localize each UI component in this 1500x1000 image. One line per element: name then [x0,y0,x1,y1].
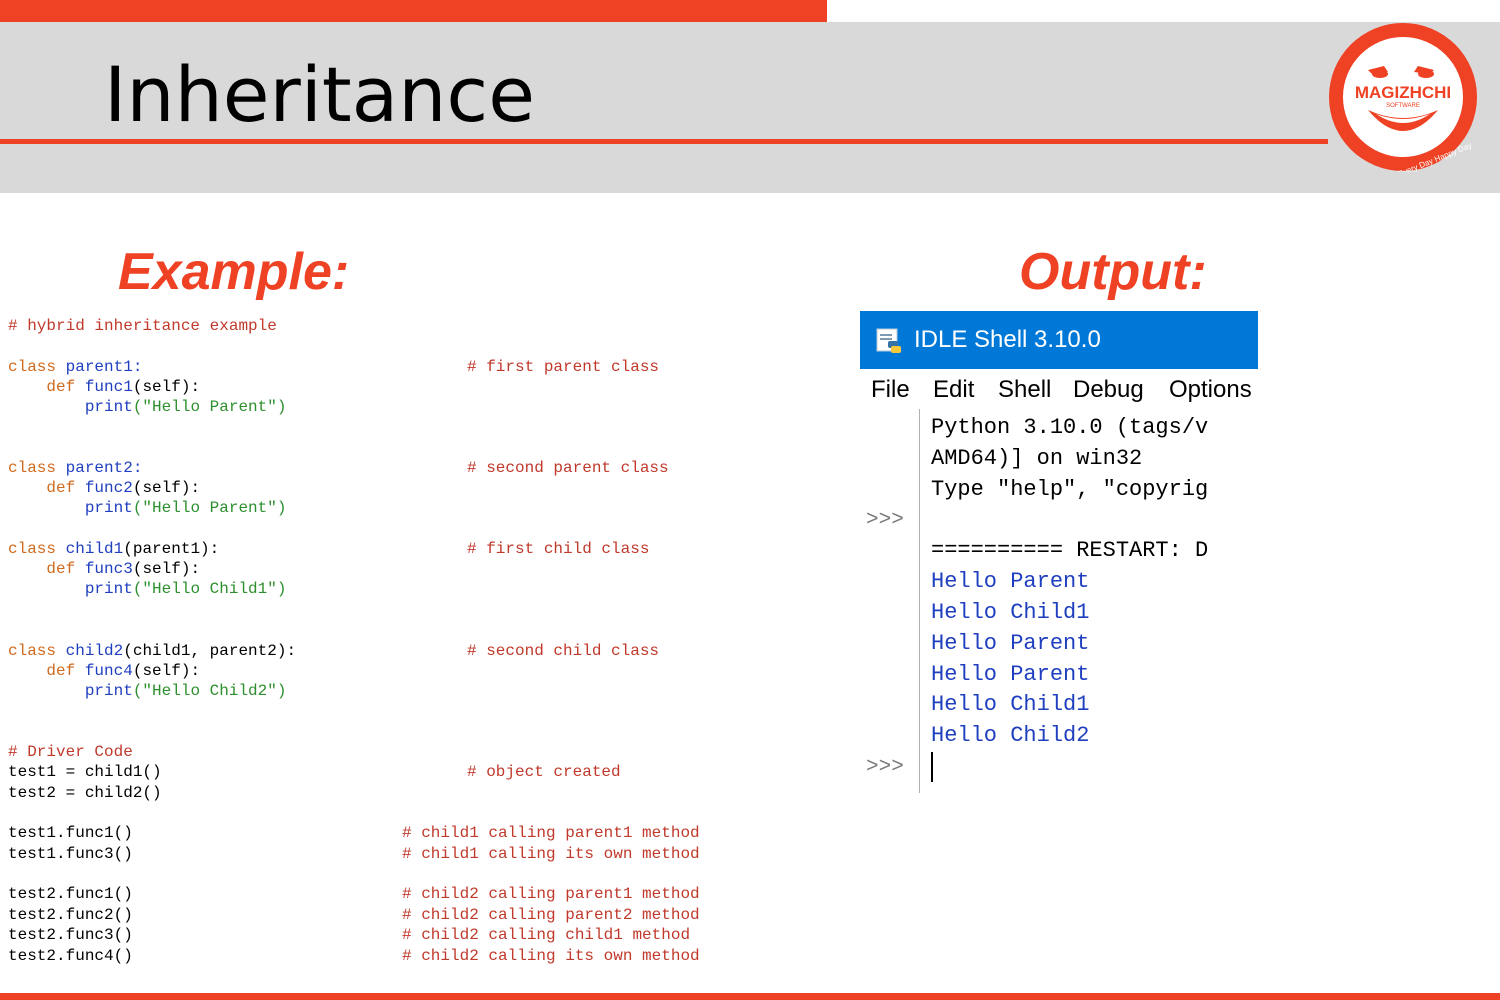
builtin-name: print [84,682,133,700]
idle-title: IDLE Shell 3.10.0 [914,326,1101,353]
code-comment: # object created [467,763,621,781]
code-line: test1 = child1() [8,763,162,781]
code-call-line: test2.func1() [8,885,133,903]
logo-name: MAGIZHCHI [1355,83,1451,102]
string-literal: ("Hello Child1") [132,580,287,598]
code-call-comment: # child1 calling its own method [402,845,700,863]
shell-restart-line: ========== RESTART: D [931,538,1209,563]
code-call-comment: # child2 calling parent1 method [402,885,700,903]
menu-options[interactable]: Options [1169,375,1252,405]
code-comment: # first child class [467,540,650,558]
code-call-line: test2.func3() [8,926,133,944]
code-call-comment: # child2 calling child1 method [402,926,691,944]
shell-banner-line: AMD64)] on win32 [931,446,1143,471]
keyword: def [46,378,76,396]
shell-output-line: Hello Parent [931,569,1090,594]
code-comment: # first parent class [467,358,660,376]
keyword: class [8,642,57,660]
function-name: func2 [84,479,133,497]
idle-prompt-gutter [860,409,920,793]
code-args: (self): [132,378,201,396]
shell-output-line: Hello Child1 [931,692,1090,717]
function-name: func1 [84,378,133,396]
shell-output-line: Hello Parent [931,631,1090,656]
code-line: def func2(self): [8,478,200,498]
output-heading: Output: [1019,243,1207,301]
string-literal: ("Hello Parent") [132,398,287,416]
code-args: (self): [132,662,201,680]
idle-shell-window: IDLE Shell 3.10.0 File Edit Shell Debug … [860,311,1258,793]
class-name: parent1: [65,358,143,376]
code-line: def func1(self): [8,377,200,397]
code-line: class parent1: [8,357,142,377]
idle-menubar: File Edit Shell Debug Options [860,369,1258,409]
code-bases: (child1, parent2): [123,642,297,660]
builtin-name: print [84,398,133,416]
menu-edit[interactable]: Edit [933,375,974,405]
code-line: print("Hello Parent") [8,498,287,518]
code-header-comment: # hybrid inheritance example [8,317,277,335]
keyword: def [46,560,76,578]
page-title: Inheritance [104,50,535,139]
bottom-rule [0,993,1500,1000]
magizhchi-logo: MAGIZHCHI SOFTWARE Every Day Happy Day [1328,22,1478,179]
keyword: class [8,540,57,558]
code-call-comment: # child2 calling its own method [402,947,700,965]
code-comment: # second parent class [467,459,669,477]
shell-banner-line: Type "help", "copyrig [931,477,1209,502]
code-line: print("Hello Child1") [8,579,287,599]
code-args: (self): [132,479,201,497]
menu-shell[interactable]: Shell [998,375,1051,405]
code-call-line: test2.func2() [8,906,133,924]
class-name: parent2: [65,459,143,477]
example-heading: Example: [118,243,350,301]
shell-output-line: Hello Child2 [931,723,1090,748]
menu-debug[interactable]: Debug [1073,375,1144,405]
idle-titlebar: IDLE Shell 3.10.0 [860,311,1258,369]
code-call-line: test2.func4() [8,947,133,965]
shell-prompt: >>> [866,756,904,779]
python-idle-icon [876,328,901,353]
code-driver-comment: # Driver Code [8,743,133,761]
code-line: print("Hello Parent") [8,397,287,417]
code-comment: # second child class [467,642,660,660]
builtin-name: print [84,499,133,517]
string-literal: ("Hello Child2") [132,682,287,700]
keyword: def [46,662,76,680]
menu-file[interactable]: File [871,375,910,405]
code-bases: (parent1): [123,540,220,558]
code-args: (self): [132,560,201,578]
keyword: class [8,459,57,477]
smiling-face-logo-icon: MAGIZHCHI SOFTWARE Every Day Happy Day [1329,23,1477,179]
class-name: child2 [65,642,124,660]
keyword: class [8,358,57,376]
top-accent-bar [0,0,827,22]
function-name: func3 [84,560,133,578]
code-line: def func4(self): [8,661,200,681]
code-line: class child2(child1, parent2): [8,641,296,661]
shell-prompt: >>> [866,509,904,532]
function-name: func4 [84,662,133,680]
code-line: print("Hello Child2") [8,681,287,701]
code-call-line: test1.func1() [8,824,133,842]
code-line: class parent2: [8,458,142,478]
text-cursor[interactable] [931,752,933,782]
shell-output-line: Hello Child1 [931,600,1090,625]
code-call-comment: # child2 calling parent2 method [402,906,700,924]
shell-output-line: Hello Parent [931,662,1090,687]
code-line: test2 = child2() [8,784,162,802]
string-literal: ("Hello Parent") [132,499,287,517]
builtin-name: print [84,580,133,598]
logo-sub: SOFTWARE [1386,103,1420,109]
class-name: child1 [65,540,124,558]
code-call-comment: # child1 calling parent1 method [402,824,700,842]
code-call-line: test1.func3() [8,845,133,863]
keyword: def [46,479,76,497]
code-line: class child1(parent1): [8,539,219,559]
code-line: def func3(self): [8,559,200,579]
shell-banner-line: Python 3.10.0 (tags/v [931,415,1209,440]
